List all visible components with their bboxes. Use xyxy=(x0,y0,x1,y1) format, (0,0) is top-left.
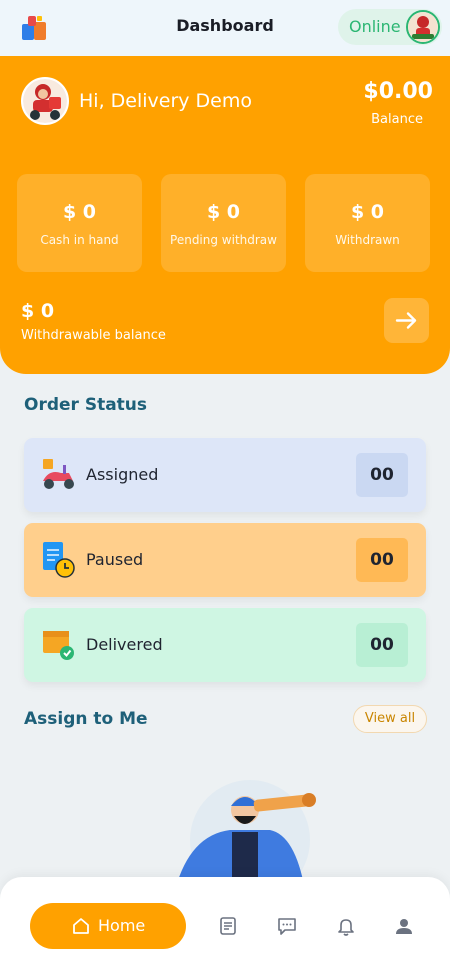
package-check-icon xyxy=(39,625,79,665)
stat-cash-in-hand: $ 0 Cash in hand xyxy=(17,174,142,272)
stat-value: $ 0 xyxy=(62,201,97,223)
document-clock-icon xyxy=(39,540,79,580)
greeting-text: Hi, Delivery Demo xyxy=(79,90,253,112)
view-all-button[interactable]: View all xyxy=(353,705,427,733)
status-label: Paused xyxy=(86,550,144,569)
status-count: 00 xyxy=(356,538,408,582)
scooter-icon xyxy=(39,455,79,495)
status-card-assigned[interactable]: Assigned 00 xyxy=(24,438,426,512)
assign-to-me-title: Assign to Me xyxy=(24,709,148,729)
stat-label: Pending withdraw xyxy=(170,233,277,247)
order-status-title: Order Status xyxy=(24,395,148,415)
avatar xyxy=(406,10,440,44)
top-app-bar: Dashboard Online xyxy=(0,0,450,56)
user-avatar xyxy=(21,77,69,125)
withdrawable-label: Withdrawable balance xyxy=(21,328,166,343)
stat-value: $ 0 xyxy=(206,201,241,223)
balance-amount: $0.00 xyxy=(363,79,433,104)
status-count: 00 xyxy=(356,623,408,667)
status-label: Assigned xyxy=(86,465,159,484)
online-toggle[interactable]: Online xyxy=(338,9,442,45)
home-icon xyxy=(73,918,89,934)
nav-home-button[interactable]: Home xyxy=(30,903,186,949)
status-label: Delivered xyxy=(86,635,163,654)
stat-label: Cash in hand xyxy=(40,233,119,247)
status-count: 00 xyxy=(356,453,408,497)
stat-pending-withdraw: $ 0 Pending withdraw xyxy=(161,174,286,272)
stat-value: $ 0 xyxy=(350,201,385,223)
status-card-paused[interactable]: Paused 00 xyxy=(24,523,426,597)
stat-withdrawn: $ 0 Withdrawn xyxy=(305,174,430,272)
bell-icon[interactable] xyxy=(335,915,357,937)
chat-icon[interactable] xyxy=(276,915,298,937)
withdraw-arrow-button[interactable] xyxy=(384,298,429,343)
profile-icon[interactable] xyxy=(393,915,415,937)
arrow-right-icon xyxy=(395,312,417,329)
nav-home-label: Home xyxy=(98,916,146,935)
balance-label: Balance xyxy=(371,112,423,127)
stat-label: Withdrawn xyxy=(335,233,400,247)
withdrawable-amount: $ 0 xyxy=(21,300,55,322)
balance-header: Hi, Delivery Demo $0.00 Balance $ 0 Cash… xyxy=(0,56,450,374)
empty-state-illustration xyxy=(170,780,320,900)
online-status-label: Online xyxy=(349,17,401,36)
bottom-navigation: Home xyxy=(0,877,450,975)
status-card-delivered[interactable]: Delivered 00 xyxy=(24,608,426,682)
orders-icon[interactable] xyxy=(217,915,239,937)
